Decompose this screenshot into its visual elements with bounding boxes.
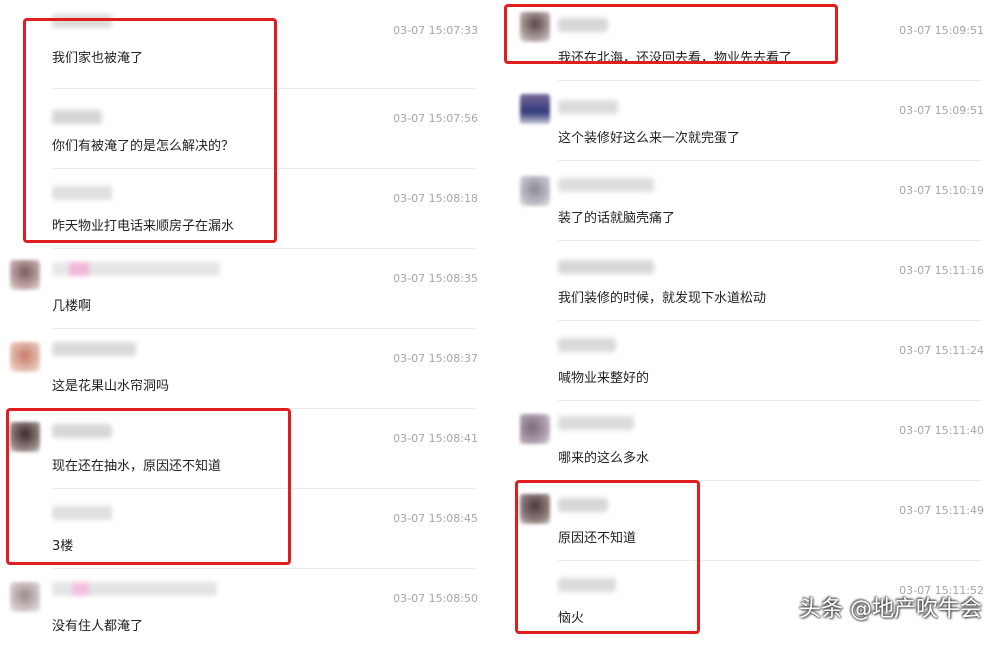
left-chat-column: 03-07 15:07:33 我们家也被淹了 03-07 15:07:56 你们… bbox=[0, 0, 490, 635]
avatar bbox=[520, 12, 550, 42]
divider bbox=[558, 80, 982, 81]
message-text: 现在还在抽水，原因还不知道 bbox=[52, 459, 222, 474]
message-timestamp: 03-07 15:08:18 bbox=[393, 192, 478, 205]
message-text: 我还在北海，还没回去看，物业先去看了 bbox=[558, 51, 793, 66]
blurred-username bbox=[558, 100, 618, 114]
avatar bbox=[10, 582, 40, 612]
avatar bbox=[520, 94, 550, 124]
message-timestamp: 03-07 15:09:51 bbox=[899, 24, 984, 37]
message-text: 3楼 bbox=[52, 539, 74, 554]
blurred-username bbox=[52, 186, 112, 200]
divider bbox=[52, 488, 476, 489]
message-text: 我们家也被淹了 bbox=[52, 51, 144, 66]
chat-message: 03-07 15:10:19 装了的话就脑壳痛了 bbox=[500, 160, 996, 240]
avatar bbox=[10, 422, 40, 452]
message-timestamp: 03-07 15:11:49 bbox=[899, 504, 984, 517]
chat-message: 03-07 15:11:24 喊物业来整好的 bbox=[500, 320, 996, 400]
chat-message: 03-07 15:07:56 你们有被淹了的是怎么解决的？ bbox=[0, 88, 490, 168]
blurred-username bbox=[558, 260, 654, 274]
message-timestamp: 03-07 15:07:33 bbox=[393, 24, 478, 37]
message-text: 几楼啊 bbox=[52, 299, 92, 314]
message-timestamp: 03-07 15:08:50 bbox=[393, 592, 478, 605]
message-timestamp: 03-07 15:07:56 bbox=[393, 112, 478, 125]
message-text: 这是花果山水帘洞吗 bbox=[52, 379, 170, 394]
divider bbox=[558, 400, 982, 401]
divider bbox=[52, 568, 476, 569]
divider bbox=[52, 88, 476, 89]
avatar bbox=[10, 260, 40, 290]
message-text: 没有住人都淹了 bbox=[52, 619, 144, 634]
message-text: 你们有被淹了的是怎么解决的？ bbox=[52, 139, 235, 154]
divider bbox=[52, 328, 476, 329]
message-text: 哪来的这么多水 bbox=[558, 451, 650, 466]
blurred-username bbox=[52, 582, 217, 596]
chat-message: 03-07 15:09:51 我还在北海，还没回去看，物业先去看了 bbox=[500, 0, 996, 80]
blurred-username bbox=[558, 338, 616, 352]
blurred-username bbox=[52, 506, 112, 520]
message-text: 装了的话就脑壳痛了 bbox=[558, 211, 676, 226]
message-text: 昨天物业打电话来顺房子在漏水 bbox=[52, 219, 235, 234]
avatar bbox=[520, 176, 550, 206]
blurred-username bbox=[558, 578, 616, 592]
chat-message: 03-07 15:09:51 这个装修好这么来一次就完蛋了 bbox=[500, 80, 996, 160]
right-chat-column: 03-07 15:09:51 我还在北海，还没回去看，物业先去看了 03-07 … bbox=[500, 0, 996, 635]
message-timestamp: 03-07 15:10:19 bbox=[899, 184, 984, 197]
chat-message: 03-07 15:11:40 哪来的这么多水 bbox=[500, 400, 996, 480]
divider bbox=[558, 160, 982, 161]
message-text: 这个装修好这么来一次就完蛋了 bbox=[558, 131, 741, 146]
watermark: 头条 @地产吹牛会 bbox=[799, 597, 982, 622]
blurred-username bbox=[558, 498, 608, 512]
blurred-username bbox=[52, 14, 112, 28]
blurred-username bbox=[558, 178, 654, 192]
divider bbox=[558, 240, 982, 241]
divider bbox=[52, 168, 476, 169]
chat-message: 03-07 15:08:35 几楼啊 bbox=[0, 248, 490, 328]
blurred-username bbox=[52, 262, 220, 276]
divider bbox=[558, 560, 982, 561]
chat-message: 03-07 15:08:37 这是花果山水帘洞吗 bbox=[0, 328, 490, 408]
message-timestamp: 03-07 15:11:16 bbox=[899, 264, 984, 277]
blurred-username bbox=[52, 342, 136, 356]
message-text: 喊物业来整好的 bbox=[558, 371, 650, 386]
divider bbox=[52, 248, 476, 249]
avatar bbox=[520, 494, 550, 524]
chat-message: 03-07 15:11:16 我们装修的时候，就发现下水道松动 bbox=[500, 240, 996, 320]
divider bbox=[52, 408, 476, 409]
message-timestamp: 03-07 15:08:37 bbox=[393, 352, 478, 365]
chat-message: 03-07 15:08:50 没有住人都淹了 bbox=[0, 568, 490, 648]
message-timestamp: 03-07 15:11:40 bbox=[899, 424, 984, 437]
message-text: 原因还不知道 bbox=[558, 531, 637, 546]
blurred-username bbox=[558, 18, 608, 32]
avatar bbox=[10, 342, 40, 372]
avatar bbox=[520, 414, 550, 444]
message-timestamp: 03-07 15:08:45 bbox=[393, 512, 478, 525]
blurred-username bbox=[52, 110, 102, 124]
chat-message: 03-07 15:07:33 我们家也被淹了 bbox=[0, 0, 490, 80]
chat-message: 03-07 15:08:18 昨天物业打电话来顺房子在漏水 bbox=[0, 168, 490, 248]
chat-message: 03-07 15:11:49 原因还不知道 bbox=[500, 480, 996, 560]
blurred-username bbox=[558, 416, 634, 430]
message-timestamp: 03-07 15:09:51 bbox=[899, 104, 984, 117]
blurred-username bbox=[52, 424, 112, 438]
chat-message: 03-07 15:08:41 现在还在抽水，原因还不知道 bbox=[0, 408, 490, 488]
chat-message: 03-07 15:08:45 3楼 bbox=[0, 488, 490, 568]
divider bbox=[558, 480, 982, 481]
message-timestamp: 03-07 15:08:41 bbox=[393, 432, 478, 445]
message-text: 恼火 bbox=[558, 611, 585, 626]
message-timestamp: 03-07 15:08:35 bbox=[393, 272, 478, 285]
divider bbox=[558, 320, 982, 321]
message-timestamp: 03-07 15:11:24 bbox=[899, 344, 984, 357]
message-text: 我们装修的时候，就发现下水道松动 bbox=[558, 291, 767, 306]
